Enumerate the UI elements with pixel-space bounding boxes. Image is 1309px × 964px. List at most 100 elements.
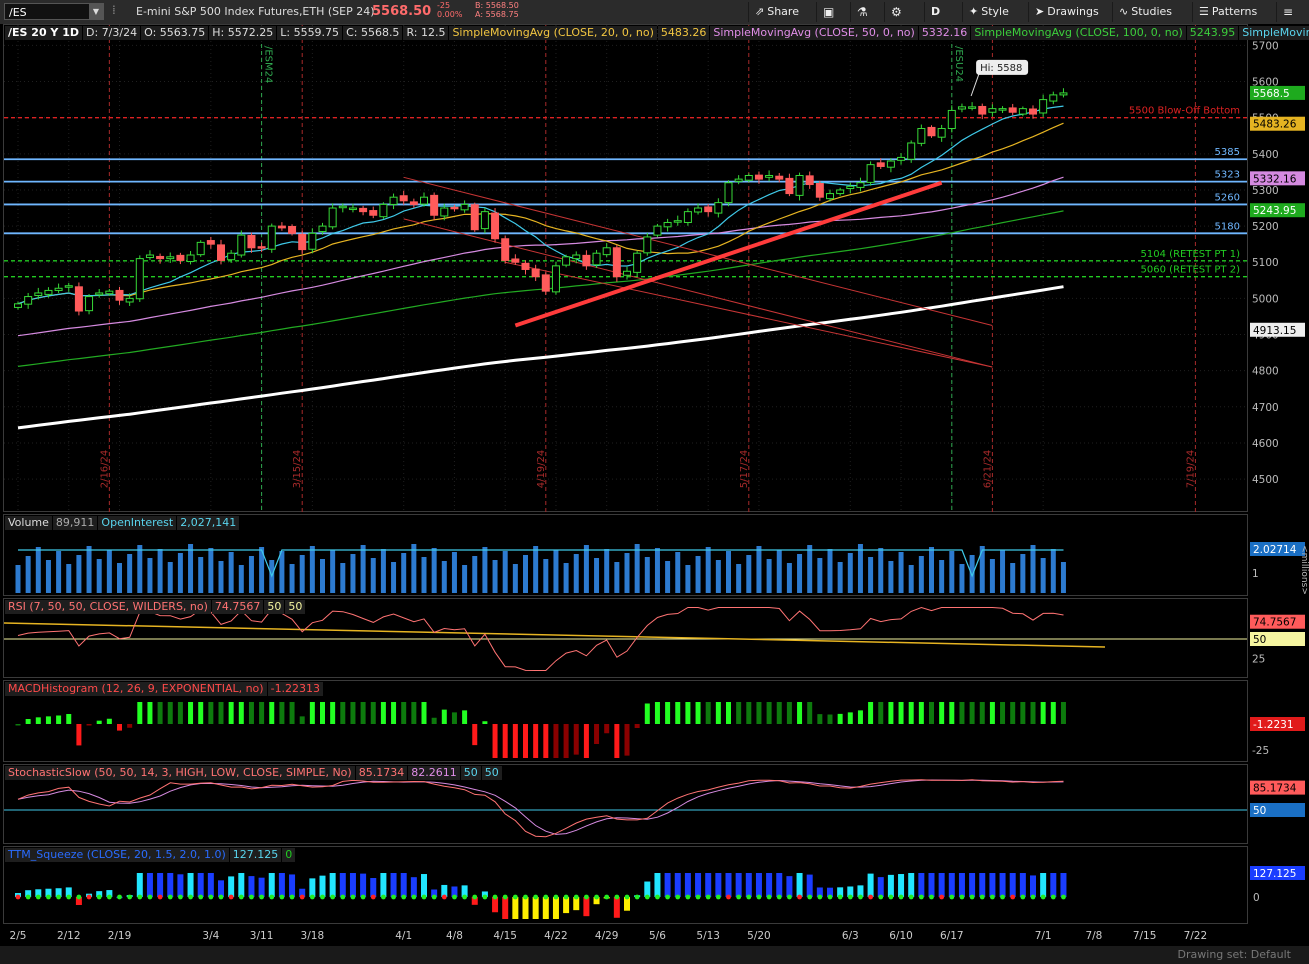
macd-bar <box>1000 702 1006 724</box>
status-bar: Drawing set: Default <box>0 946 1309 964</box>
ttm-squeeze-dot <box>929 894 934 900</box>
ttm-bar <box>877 877 884 897</box>
more-button[interactable]: ≡ <box>1276 2 1306 22</box>
candle-body <box>602 247 611 256</box>
chevron-down-icon[interactable]: ▼ <box>89 4 103 19</box>
style-button[interactable]: ✦ Style <box>962 2 1024 22</box>
sma200-label[interactable]: SimpleMoving... <box>1239 26 1309 40</box>
ttm-bar <box>1050 873 1057 897</box>
sma100-label[interactable]: SimpleMovingAvg (CLOSE, 100, 0, no) <box>971 26 1186 40</box>
ttm-squeeze-dot <box>959 894 965 900</box>
ttm-bar <box>613 897 620 918</box>
candle-body <box>409 201 418 205</box>
candle-body <box>460 203 469 211</box>
ttm-squeeze-dot <box>502 894 508 900</box>
volume-bar <box>380 549 386 593</box>
rsi-trend-line <box>3 622 1106 648</box>
ttm-squeeze-dot <box>878 894 884 900</box>
macd-bar <box>837 713 843 724</box>
candle-body <box>54 287 63 291</box>
oi-tag: 2.02714 <box>1253 544 1297 556</box>
ttm-squeeze-dot <box>1050 894 1056 900</box>
candle-body <box>775 175 784 180</box>
studies-button[interactable]: ∿ Studies <box>1112 2 1186 22</box>
ttm-squeeze-dot <box>563 894 569 900</box>
price-chart[interactable]: 4500460047004800490050005100520053005400… <box>0 24 1309 512</box>
sma50-label[interactable]: SimpleMovingAvg (CLOSE, 50, 0, no) <box>710 26 918 40</box>
candle-body <box>389 196 398 205</box>
snapshot-button[interactable]: ▣ <box>816 2 846 22</box>
ttm-squeeze-dot <box>157 894 163 900</box>
link-icon[interactable]: ⁞ <box>112 3 116 17</box>
ttm-squeeze-dot <box>634 894 640 900</box>
ttm-bar <box>218 880 224 897</box>
candle-body <box>1039 99 1048 114</box>
rsi-tick-label: 25 <box>1252 654 1265 666</box>
volume-bar <box>167 562 173 593</box>
ttm-squeeze-dot <box>512 894 518 900</box>
macd-bar <box>634 724 640 728</box>
candle-body <box>856 182 865 188</box>
candle-body <box>267 225 276 250</box>
ttm-squeeze-dot <box>533 894 539 900</box>
ttm-bar <box>563 897 570 914</box>
ttm-squeeze-dot <box>320 894 325 900</box>
macd-bar <box>208 702 214 724</box>
macd-bar <box>888 702 894 724</box>
volume-bar <box>908 565 914 593</box>
symbol-input[interactable]: /ES ▼ <box>4 3 104 20</box>
ttm-squeeze-dot <box>350 894 356 900</box>
candle-body <box>24 296 33 305</box>
volume-label: Volume <box>5 516 52 530</box>
ttm-squeeze-dot <box>86 894 92 900</box>
ttm-squeeze-dot <box>411 894 417 900</box>
flask-button[interactable]: ⚗ <box>850 2 880 22</box>
candle-body <box>186 254 195 263</box>
stoch-os: 50 <box>481 766 502 780</box>
ttm-bar <box>684 873 691 897</box>
patterns-button[interactable]: ☰ Patterns <box>1192 2 1266 22</box>
ttm-squeeze-dot <box>604 894 610 900</box>
candle-body <box>521 262 530 270</box>
ttm-bar <box>969 873 976 897</box>
macd-bar <box>391 702 397 724</box>
x-tick-label: 5/6 <box>649 930 666 942</box>
share-button[interactable]: ⇗ Share <box>748 2 814 22</box>
candle-body <box>957 106 966 110</box>
macd-bar <box>15 724 21 726</box>
rsi-ob: 50 <box>264 600 285 614</box>
drawing-set-label[interactable]: Drawing set: Default <box>1178 948 1291 961</box>
ttm-squeeze-dot <box>655 894 660 900</box>
macd-pane: -25 -1.2231 MACDHistogram (12, 26, 9, EXP… <box>0 680 1309 762</box>
ttm-squeeze-dot <box>553 894 559 900</box>
time-axis[interactable]: 2/5 2/12 2/19 3/4 3/11 3/18 4/1 4/8 4/15 4/22 4/29… <box>0 924 1309 946</box>
macd-bar <box>76 724 82 746</box>
x-tick-label: 2/12 <box>57 930 81 942</box>
period-button[interactable]: D <box>924 2 954 22</box>
ask-value: A: 5568.75 <box>475 10 519 19</box>
ttm-bar <box>1009 873 1016 897</box>
volume-bar <box>1000 550 1006 593</box>
volume-bar <box>45 560 51 593</box>
macd-bar <box>330 702 336 724</box>
volume-bar <box>868 557 874 593</box>
candle-body <box>501 238 510 261</box>
sma20-label[interactable]: SimpleMovingAvg (CLOSE, 20, 0, no) <box>449 26 657 40</box>
macd-bar <box>45 716 51 724</box>
ttm-bar <box>695 873 702 897</box>
candle-body <box>562 256 571 266</box>
candle-body <box>277 225 286 229</box>
volume-bar <box>340 563 346 593</box>
settings-button[interactable]: ⚙ <box>884 2 914 22</box>
drawings-button[interactable]: ➤ Drawings <box>1028 2 1108 22</box>
ttm-squeeze-dot <box>888 894 894 900</box>
volume-bar <box>543 559 549 593</box>
candle-body <box>734 178 743 182</box>
level-label: 5385 <box>1215 147 1240 158</box>
volume-bar <box>695 556 701 593</box>
ttm-squeeze-dot <box>807 894 813 900</box>
volume-bar <box>786 563 792 593</box>
ttm-squeeze-dot <box>238 894 244 900</box>
top-toolbar: /ES ▼ ⁞ E-mini S&P 500 Index Futures,ETH… <box>0 0 1309 25</box>
volume-bar <box>654 548 660 593</box>
